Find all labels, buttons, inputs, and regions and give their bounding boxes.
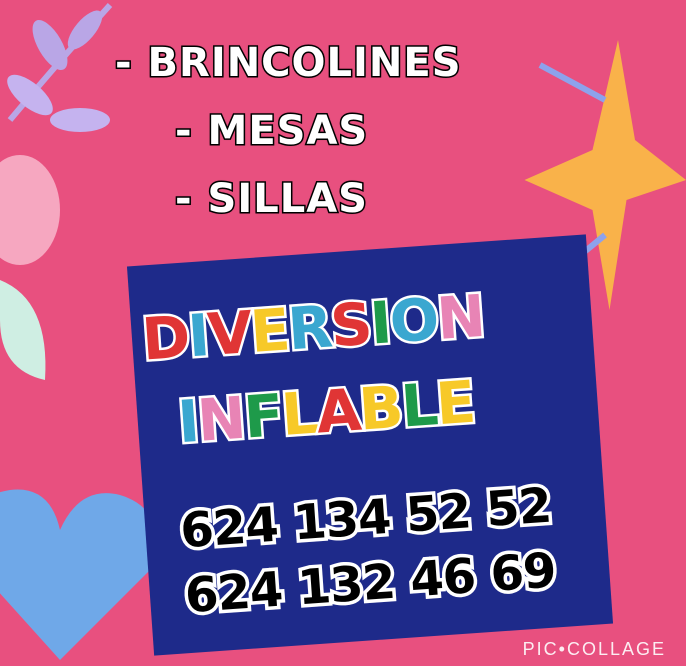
title-letter: N bbox=[432, 279, 488, 355]
title-letter: E bbox=[246, 293, 293, 368]
title-letter: L bbox=[277, 376, 322, 451]
title-letter: S bbox=[326, 287, 375, 363]
title-letter: V bbox=[203, 296, 256, 372]
title-line-1: DIVERSION bbox=[137, 279, 488, 376]
title-letter: A bbox=[311, 373, 364, 449]
title-letter: N bbox=[193, 381, 249, 457]
title-letter: F bbox=[239, 379, 286, 454]
title-letter: L bbox=[396, 368, 441, 443]
title-line-2: INFLABLE bbox=[173, 365, 478, 459]
leaf-decoration-icon bbox=[0, 2, 113, 380]
watermark: PIC•COLLAGE bbox=[522, 639, 666, 659]
title-letter: E bbox=[431, 365, 478, 440]
service-item-sillas: - SILLAS bbox=[174, 175, 369, 224]
title-letter: D bbox=[137, 300, 193, 376]
title-letter: B bbox=[354, 370, 406, 446]
service-item-brincolines: - BRINCOLINES bbox=[114, 39, 463, 88]
title-letter: O bbox=[385, 283, 442, 359]
service-item-mesas: - MESAS bbox=[173, 107, 369, 156]
info-card: DIVERSION INFLABLE 624 134 52 52 624 132… bbox=[126, 234, 614, 656]
title-letter: R bbox=[283, 290, 335, 366]
